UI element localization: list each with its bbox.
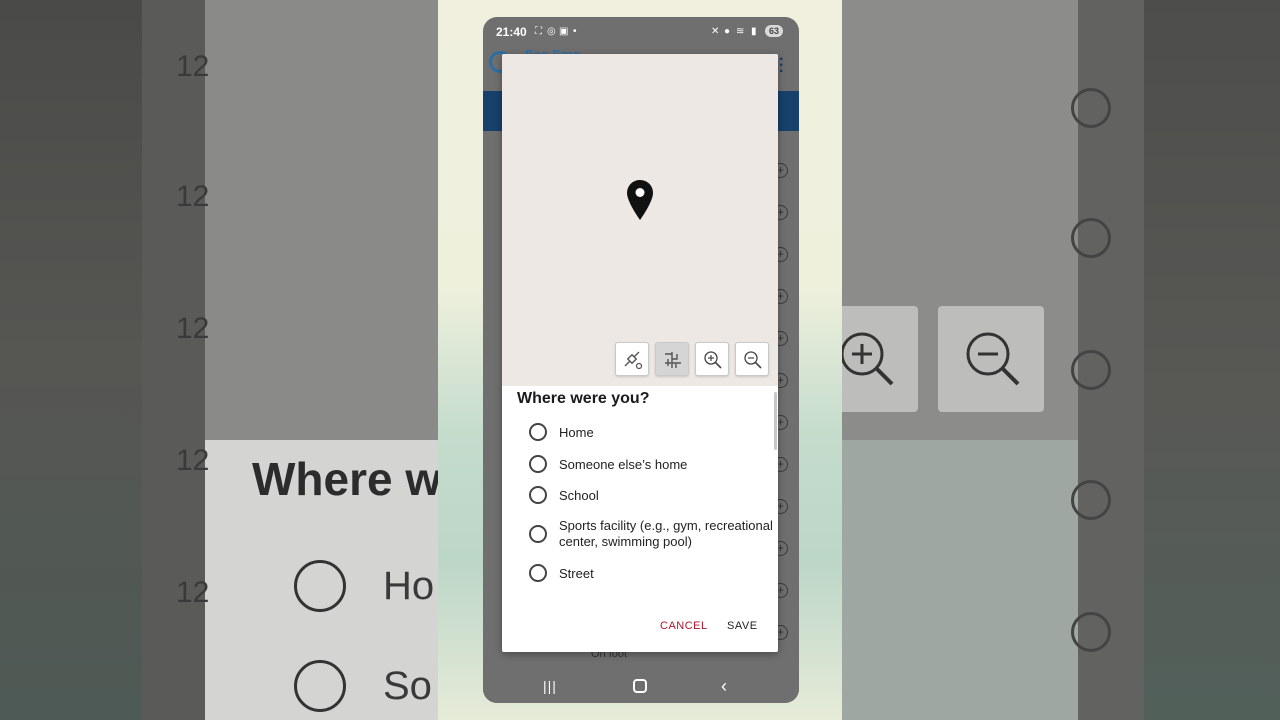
radio-button[interactable] xyxy=(529,564,547,582)
battery-indicator: 63 xyxy=(765,25,783,37)
option-label: School xyxy=(559,488,599,503)
zoom-out-button[interactable] xyxy=(735,342,769,376)
backdrop-row-mark: 12 xyxy=(176,50,210,83)
location-pin-icon xyxy=(627,180,653,220)
wifi-icon: ≋ xyxy=(736,26,745,37)
question-title: Where were you? xyxy=(517,390,650,407)
signal-icon: ▮ xyxy=(751,26,757,37)
map-layers-button[interactable] xyxy=(655,342,689,376)
satellite-icon xyxy=(624,351,643,370)
location-icon: ● xyxy=(724,26,731,37)
backdrop-radio xyxy=(294,560,346,612)
dot-icon: • xyxy=(573,26,577,37)
option-home[interactable]: Home xyxy=(529,423,774,445)
backdrop-row-mark: 12 xyxy=(176,444,210,477)
option-school[interactable]: School xyxy=(529,486,774,508)
status-time: 21:40 xyxy=(496,25,527,39)
map-layers-icon xyxy=(665,352,681,368)
overflow-menu-icon[interactable]: · · · xyxy=(779,52,784,80)
option-sports-facility[interactable]: Sports facility (e.g., gym, recreational… xyxy=(529,518,774,554)
status-bar: 21:40 ⛶ ◎ ▣ • ✕ ● ≋ ▮ 63 xyxy=(483,17,799,45)
option-label: Sports facility (e.g., gym, recreational… xyxy=(559,518,773,549)
backdrop-row-mark: 12 xyxy=(176,180,210,213)
backdrop-plus-icon xyxy=(1071,480,1111,520)
cancel-button[interactable]: CANCEL xyxy=(660,620,708,632)
sync-icon: ◎ xyxy=(547,26,556,37)
option-label: Someone else’s home xyxy=(559,457,688,472)
recent-apps-button[interactable]: ||| xyxy=(543,678,557,694)
option-label: Street xyxy=(559,566,594,581)
option-someone-elses-home[interactable]: Someone else’s home xyxy=(529,455,774,477)
backdrop-row-mark: 12 xyxy=(176,576,210,609)
zoom-in-button[interactable] xyxy=(695,342,729,376)
option-label: Home xyxy=(559,425,594,440)
backdrop-option-text: Ho xyxy=(383,564,435,608)
zoom-out-icon xyxy=(744,351,762,369)
backdrop-plus-icon xyxy=(1071,612,1111,652)
backdrop-panel xyxy=(205,0,438,440)
system-nav-bar: ||| ‹ xyxy=(483,671,799,703)
radio-button[interactable] xyxy=(529,455,547,473)
map-view[interactable] xyxy=(502,54,778,386)
backdrop-plus-icon xyxy=(1071,88,1111,128)
backdrop-option-text: So xyxy=(383,664,432,708)
satellite-view-button[interactable] xyxy=(615,342,649,376)
mute-icon: ✕ xyxy=(711,26,720,37)
radio-button[interactable] xyxy=(529,423,547,441)
radio-button[interactable] xyxy=(529,486,547,504)
screenshot-icon: ⛶ xyxy=(535,26,542,37)
home-button[interactable] xyxy=(633,679,647,693)
radio-button[interactable] xyxy=(529,525,547,543)
backdrop-radio xyxy=(294,660,346,712)
location-dialog: Where were you? Home Someone else’s home… xyxy=(502,54,778,652)
zoom-in-icon xyxy=(704,351,722,369)
option-street[interactable]: Street xyxy=(529,564,774,586)
save-button[interactable]: SAVE xyxy=(727,620,758,632)
backdrop-sheet xyxy=(842,440,1078,720)
backdrop-plus-icon xyxy=(1071,350,1111,390)
backdrop-row-mark: 12 xyxy=(176,312,210,345)
backdrop-zoom-out-button xyxy=(938,306,1044,412)
screen-record-icon: ▣ xyxy=(559,26,569,37)
scrollbar[interactable] xyxy=(774,392,777,450)
backdrop-plus-icon xyxy=(1071,218,1111,258)
zoom-out-icon xyxy=(966,332,1020,386)
back-button[interactable]: ‹ xyxy=(721,676,727,697)
backdrop-question-text: Where w xyxy=(252,453,442,505)
